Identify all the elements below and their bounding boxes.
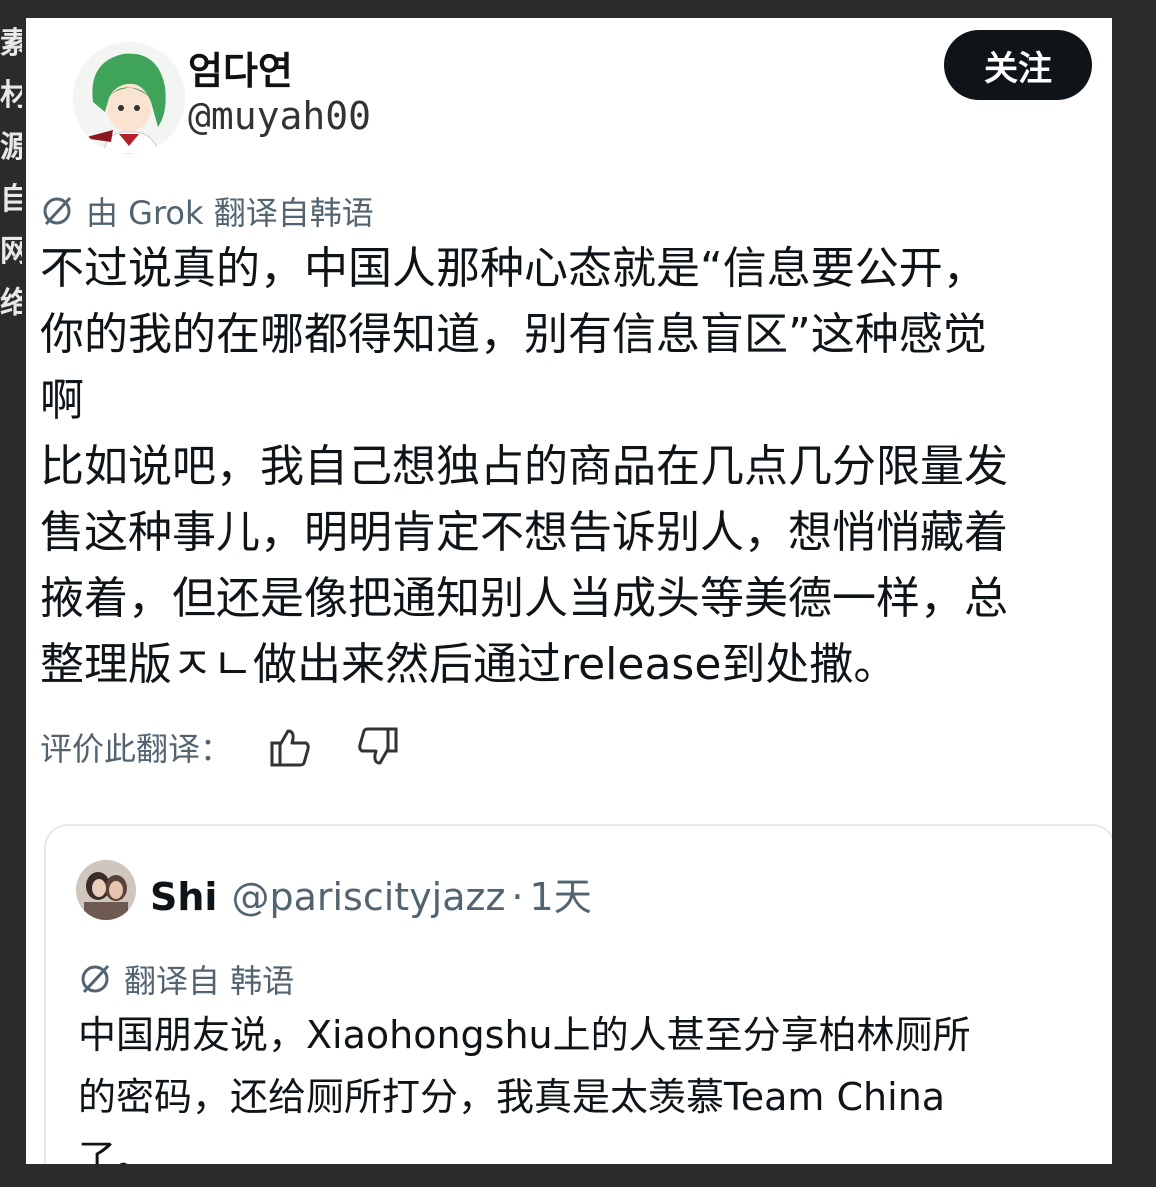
quoted-header: Shi @pariscityjazz · 1天: [150, 866, 592, 921]
rate-label: 评价此翻译：: [40, 730, 233, 768]
translate-icon: [43, 196, 72, 226]
tweet-card: 엄다연 @muyah00 关注 由 Grok 翻译自韩语 不过说真的，中国人那种…: [26, 18, 1112, 1164]
anime-avatar-image: [73, 42, 185, 154]
display-name[interactable]: 엄다연: [188, 40, 293, 95]
follow-button[interactable]: 关注: [944, 30, 1092, 100]
watermark-char: 自: [0, 182, 22, 217]
user-handle[interactable]: @muyah00: [188, 94, 371, 138]
watermark-char: 络: [0, 286, 22, 321]
quoted-tweet-text: 中国朋友说，Xiaohongshu上的人甚至分享柏林厕所 的密码，还给厕所打分，…: [78, 1013, 971, 1164]
quoted-time[interactable]: 1天: [530, 875, 592, 919]
quoted-translation-note-text: 翻译自 韩语: [124, 962, 295, 1000]
thumbs-up-button[interactable]: [268, 725, 312, 769]
quoted-tweet[interactable]: Shi @pariscityjazz · 1天 翻译自 韩语 中国朋友说，Xiaoho…: [44, 824, 1112, 1164]
quoted-display-name[interactable]: Shi: [150, 875, 217, 919]
watermark-char: 材: [0, 78, 22, 113]
thumbs-down-icon: [358, 727, 398, 765]
separator: ·: [511, 875, 524, 919]
rate-translation: 评价此翻译：: [40, 724, 400, 770]
quoted-avatar-image: [76, 860, 136, 920]
quoted-avatar[interactable]: [76, 860, 136, 920]
translation-note: 由 Grok 翻译自韩语: [40, 188, 374, 234]
translation-note-text: 由 Grok 翻译自韩语: [86, 194, 374, 232]
watermark-char: 网: [0, 234, 22, 269]
quoted-translation-note: 翻译自 韩语: [78, 956, 294, 1002]
watermark: 素材源自网络: [0, 18, 22, 330]
tweet-text: 不过说真的，中国人那种心态就是“信息要公开， 你的我的在哪都得知道，别有信息盲区…: [40, 243, 1008, 690]
translate-icon: [81, 964, 110, 994]
quoted-handle[interactable]: @pariscityjazz: [231, 875, 505, 919]
thumbs-down-button[interactable]: [356, 725, 400, 769]
watermark-char: 源: [0, 130, 22, 165]
watermark-char: 素: [0, 26, 22, 61]
thumbs-up-icon: [270, 729, 310, 767]
avatar[interactable]: [73, 42, 185, 154]
